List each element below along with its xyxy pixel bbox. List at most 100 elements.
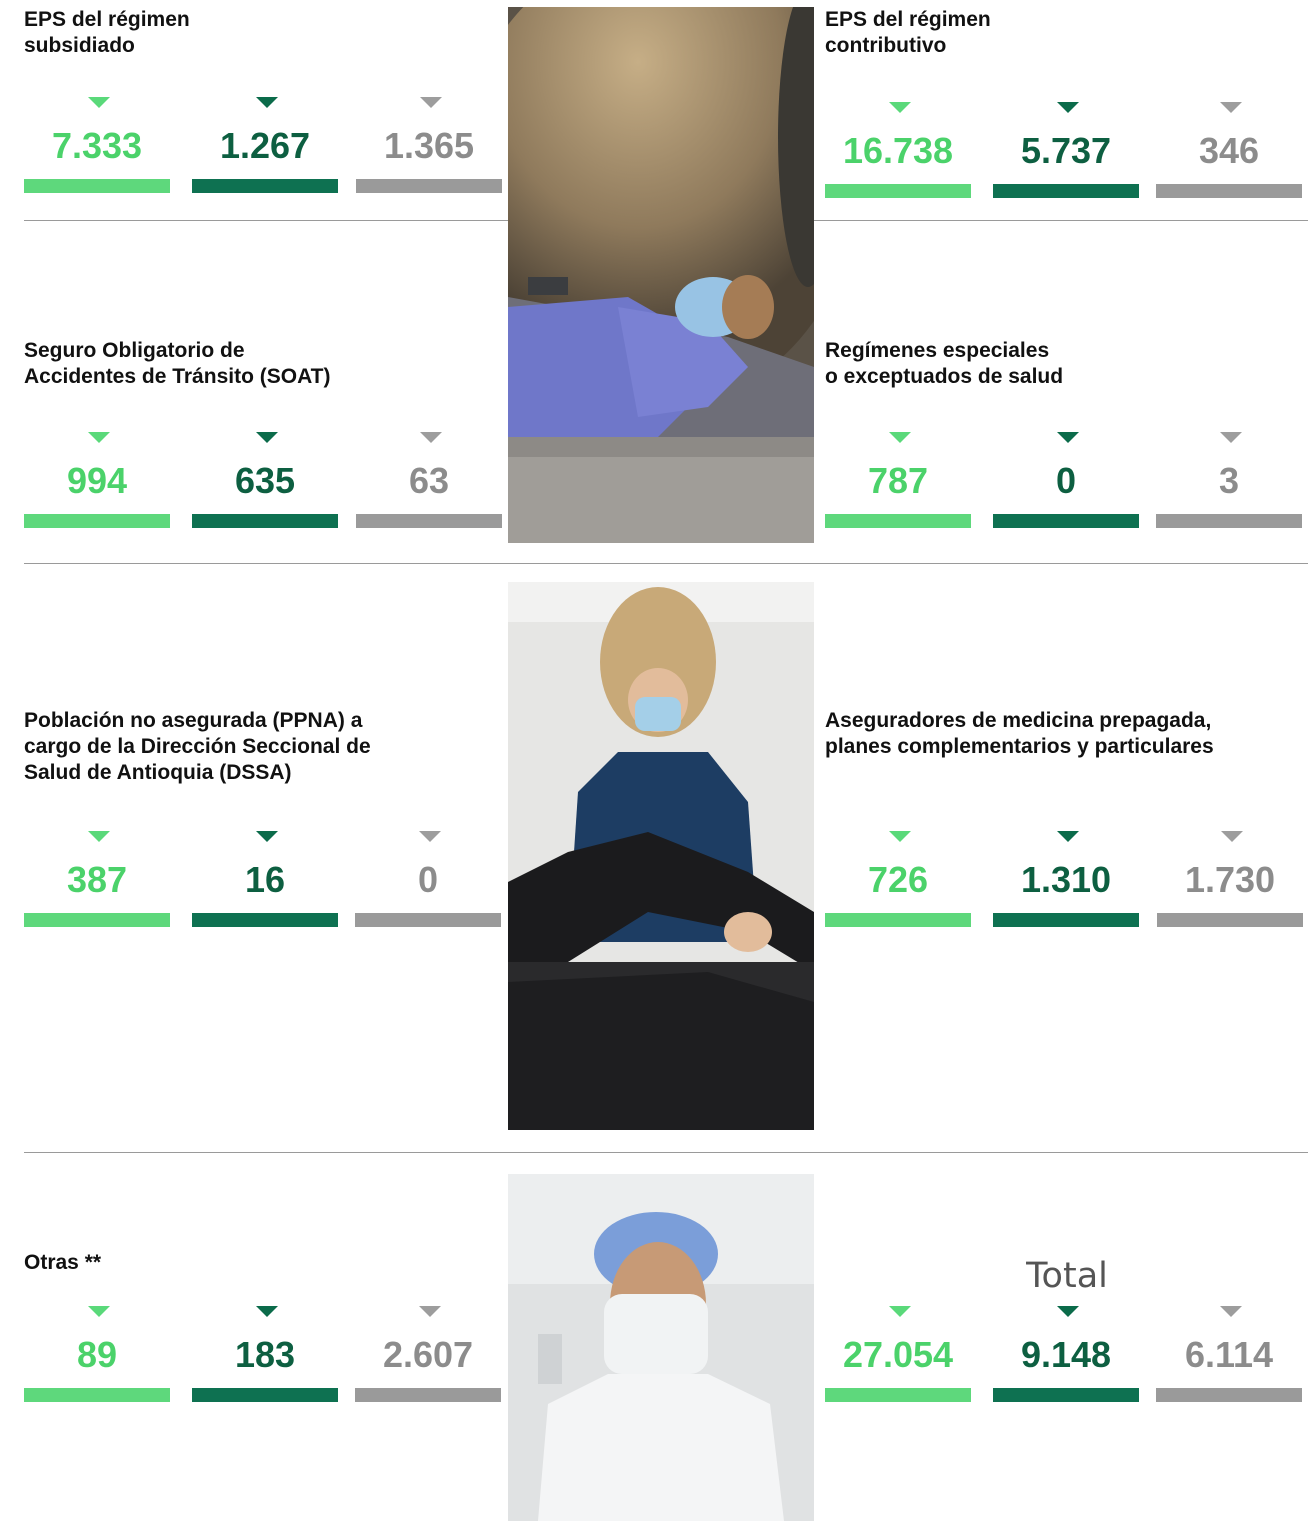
triangle-down-icon xyxy=(1057,432,1079,443)
stat-value: 726 xyxy=(867,859,929,900)
stat-column: 0 xyxy=(355,831,501,961)
triangle-down-icon xyxy=(889,432,911,443)
stat-value: 183 xyxy=(234,1334,296,1375)
group-title: Aseguradores de medicina prepagada, plan… xyxy=(825,709,1214,758)
stat-value: 27.054 xyxy=(842,1334,954,1375)
stat-bar xyxy=(24,1388,170,1402)
stat-column: 726 xyxy=(825,831,971,961)
stat-column: 1.365 xyxy=(356,97,502,227)
stat-column: 2.607 xyxy=(355,1306,501,1436)
stat-bar xyxy=(24,179,170,193)
photo-mri-patient xyxy=(508,7,814,543)
group-title: Población no asegurada (PPNA) a cargo de… xyxy=(24,709,371,784)
stat-column: 994 xyxy=(24,432,170,562)
stat-bar xyxy=(993,184,1139,198)
stat-bar xyxy=(993,514,1139,528)
group-ppna: Población no asegurada (PPNA) a cargo de… xyxy=(24,708,502,927)
triangle-down-icon xyxy=(1220,102,1242,113)
stat-bar xyxy=(192,514,338,528)
stat-value: 1.730 xyxy=(1184,859,1276,900)
triangle-down-icon xyxy=(889,1306,911,1317)
stat-bar xyxy=(1156,514,1302,528)
group-title: EPS del régimen contributivo xyxy=(825,8,991,57)
group-soat: Seguro Obligatorio de Accidentes de Trán… xyxy=(24,338,502,528)
stat-bar xyxy=(24,913,170,927)
triangle-down-icon xyxy=(1220,1306,1242,1317)
group-title: Seguro Obligatorio de Accidentes de Trán… xyxy=(24,339,331,388)
stat-value: 994 xyxy=(66,460,128,501)
stat-bar xyxy=(1156,184,1302,198)
triangle-down-icon xyxy=(88,432,110,443)
triangle-down-icon xyxy=(1220,432,1242,443)
stat-bar xyxy=(825,913,971,927)
section-divider xyxy=(24,563,1308,564)
stat-value: 787 xyxy=(867,460,929,501)
stat-bar xyxy=(993,913,1139,927)
stat-column: 787 xyxy=(825,432,971,562)
stat-bar xyxy=(192,913,338,927)
stat-column: 3 xyxy=(1156,432,1302,562)
stat-column: 16.738 xyxy=(825,102,971,232)
group-title: Otras ** xyxy=(24,1251,102,1274)
triangle-down-icon xyxy=(420,432,442,443)
stat-value: 3 xyxy=(1218,460,1240,501)
stat-column: 1.310 xyxy=(993,831,1139,961)
stat-value: 6.114 xyxy=(1184,1334,1274,1375)
stat-value: 0 xyxy=(417,859,439,900)
triangle-down-icon xyxy=(1057,831,1079,842)
stat-column: 635 xyxy=(192,432,338,562)
stat-value: 5.737 xyxy=(1020,130,1112,171)
stat-column: 6.114 xyxy=(1156,1306,1302,1436)
group-total: Total 27.054 9.148 6.114 xyxy=(825,1256,1309,1426)
stat-value: 387 xyxy=(66,859,128,900)
stat-column: 387 xyxy=(24,831,170,961)
stat-column: 1.267 xyxy=(192,97,338,227)
triangle-down-icon xyxy=(889,831,911,842)
stat-bar xyxy=(825,514,971,528)
triangle-down-icon xyxy=(419,831,441,842)
triangle-down-icon xyxy=(1221,831,1243,842)
triangle-down-icon xyxy=(256,1306,278,1317)
stat-bar xyxy=(825,184,971,198)
triangle-down-icon xyxy=(88,97,110,108)
group-prepagada: Aseguradores de medicina prepagada, plan… xyxy=(825,708,1309,927)
triangle-down-icon xyxy=(256,831,278,842)
stat-column: 346 xyxy=(1156,102,1302,232)
triangle-down-icon xyxy=(1057,102,1079,113)
stat-column: 9.148 xyxy=(993,1306,1139,1436)
triangle-down-icon xyxy=(256,432,278,443)
triangle-down-icon xyxy=(420,97,442,108)
stat-bar xyxy=(24,514,170,528)
stat-column: 16 xyxy=(192,831,338,961)
triangle-down-icon xyxy=(88,831,110,842)
stat-value: 16 xyxy=(244,859,286,900)
stat-column: 89 xyxy=(24,1306,170,1436)
stat-column: 7.333 xyxy=(24,97,170,227)
stat-value: 9.148 xyxy=(1020,1334,1112,1375)
stat-value: 1.365 xyxy=(383,125,475,166)
photo-therapist xyxy=(508,582,814,1130)
stat-bar xyxy=(356,179,502,193)
photo-surgeon xyxy=(508,1174,814,1521)
stat-value: 7.333 xyxy=(51,125,143,166)
triangle-down-icon xyxy=(88,1306,110,1317)
stat-value: 1.310 xyxy=(1020,859,1112,900)
group-eps-subsidiado: EPS del régimen subsidiado 7.333 1.267 1… xyxy=(24,7,502,193)
group-regimenes-especiales: Regímenes especiales o exceptuados de sa… xyxy=(825,338,1303,528)
stat-value: 0 xyxy=(1055,460,1077,501)
stat-column: 27.054 xyxy=(825,1306,971,1436)
total-title: Total xyxy=(1026,1256,1108,1296)
stat-bar xyxy=(192,1388,338,1402)
stat-value: 89 xyxy=(76,1334,118,1375)
stat-value: 635 xyxy=(234,460,296,501)
stat-value: 63 xyxy=(408,460,450,501)
stat-value: 16.738 xyxy=(842,130,954,171)
stat-column: 1.730 xyxy=(1157,831,1303,961)
triangle-down-icon xyxy=(1057,1306,1079,1317)
section-divider xyxy=(24,1152,1308,1153)
stat-value: 2.607 xyxy=(382,1334,474,1375)
group-title: EPS del régimen subsidiado xyxy=(24,8,190,57)
stat-bar xyxy=(993,1388,1139,1402)
group-otras: Otras ** 89 183 2.607 xyxy=(24,1250,502,1420)
stat-bar xyxy=(825,1388,971,1402)
